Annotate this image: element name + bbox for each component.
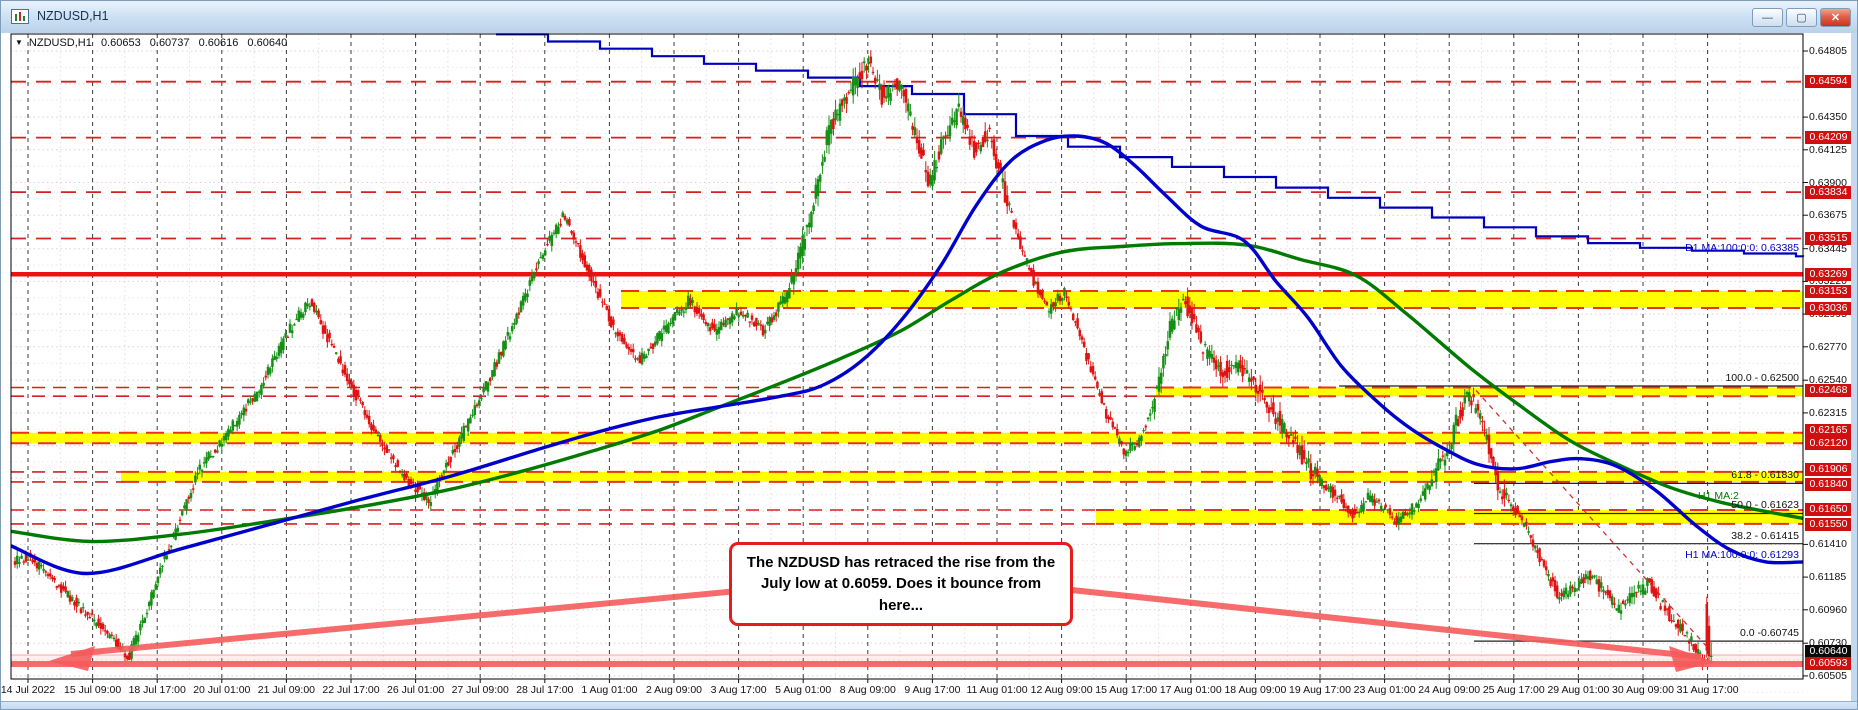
price-tick-label: 0.60505 xyxy=(1809,669,1847,682)
price-badge: 0.63269 xyxy=(1805,267,1852,281)
price-badge: 0.62165 xyxy=(1805,423,1852,437)
header-open: 0.60653 xyxy=(100,37,141,49)
header-symbol: NZDUSD,H1 xyxy=(28,37,92,49)
ma-label: H1 MA:100:0:0: 0.61293 xyxy=(1685,549,1799,562)
price-tick-label: 0.64125 xyxy=(1809,143,1847,156)
price-badge: 0.64209 xyxy=(1805,131,1852,145)
annotation-box[interactable]: The NZDUSD has retraced the rise from th… xyxy=(729,542,1073,626)
price-badge: 0.61550 xyxy=(1805,517,1852,531)
price-badge: 0.63153 xyxy=(1805,284,1852,298)
price-badge: 0.61840 xyxy=(1805,478,1852,492)
price-badge: 0.63036 xyxy=(1805,301,1852,315)
ohlc-header: ▼ NZDUSD,H1 0.60653 0.60737 0.60616 0.606… xyxy=(15,37,293,49)
time-tick-label: 31 Aug 17:00 xyxy=(1676,684,1739,696)
title-bar: NZDUSD,H1 — ▢ ✕ xyxy=(1,1,1857,34)
close-button[interactable]: ✕ xyxy=(1820,8,1851,27)
price-badge: 0.63834 xyxy=(1805,185,1852,199)
price-tick-label: 0.62315 xyxy=(1809,406,1847,419)
restore-button[interactable]: ▢ xyxy=(1786,8,1817,27)
price-badge: 0.62120 xyxy=(1805,437,1852,451)
header-low: 0.60616 xyxy=(198,37,239,49)
window-title: NZDUSD,H1 xyxy=(37,9,109,23)
price-badge: 0.63515 xyxy=(1805,232,1852,245)
price-tick-label: 0.64350 xyxy=(1809,111,1847,124)
price-badge: 0.61650 xyxy=(1805,503,1852,516)
fib-level-label: 50.0 - 0.61623 xyxy=(1731,499,1799,512)
fib-level-label: 61.8 - 0.61830 xyxy=(1731,469,1799,482)
fib-level-label: 0.0 -0.60745 xyxy=(1740,627,1799,640)
price-tick-label: 0.63675 xyxy=(1809,209,1847,222)
price-tick-label: 0.62770 xyxy=(1809,340,1847,353)
mt4-window: NZDUSD,H1 — ▢ ✕ ▼ NZDUSD,H1 0.60653 0.607… xyxy=(0,0,1858,710)
price-tick-label: 0.61185 xyxy=(1809,571,1847,584)
price-tick-label: 0.64805 xyxy=(1809,45,1847,57)
fib-level-label: 38.2 - 0.61415 xyxy=(1731,529,1799,542)
window-frame-bottom xyxy=(1,701,1857,709)
price-badge: 0.61906 xyxy=(1805,462,1852,476)
chart-icon xyxy=(11,9,29,24)
price-badge: 0.64594 xyxy=(1805,75,1852,89)
price-badge: 0.60593 xyxy=(1805,656,1852,670)
header-close: 0.60640 xyxy=(247,37,288,49)
collapse-arrow-icon[interactable]: ▼ xyxy=(15,38,23,47)
price-tick-label: 0.61410 xyxy=(1809,538,1847,551)
minimize-button[interactable]: — xyxy=(1752,8,1783,27)
window-frame-right xyxy=(1851,33,1857,701)
header-high: 0.60737 xyxy=(149,37,190,49)
price-badge: 0.62468 xyxy=(1805,384,1852,398)
fib-level-label: 100.0 - 0.62500 xyxy=(1725,372,1799,384)
ma-label: D1 MA:100:0:0: 0.63385 xyxy=(1685,241,1799,254)
annotation-text: The NZDUSD has retraced the rise from th… xyxy=(746,554,1056,614)
ma-label: H1 MA:2 xyxy=(1698,489,1739,502)
price-tick-label: 0.60960 xyxy=(1809,603,1847,616)
